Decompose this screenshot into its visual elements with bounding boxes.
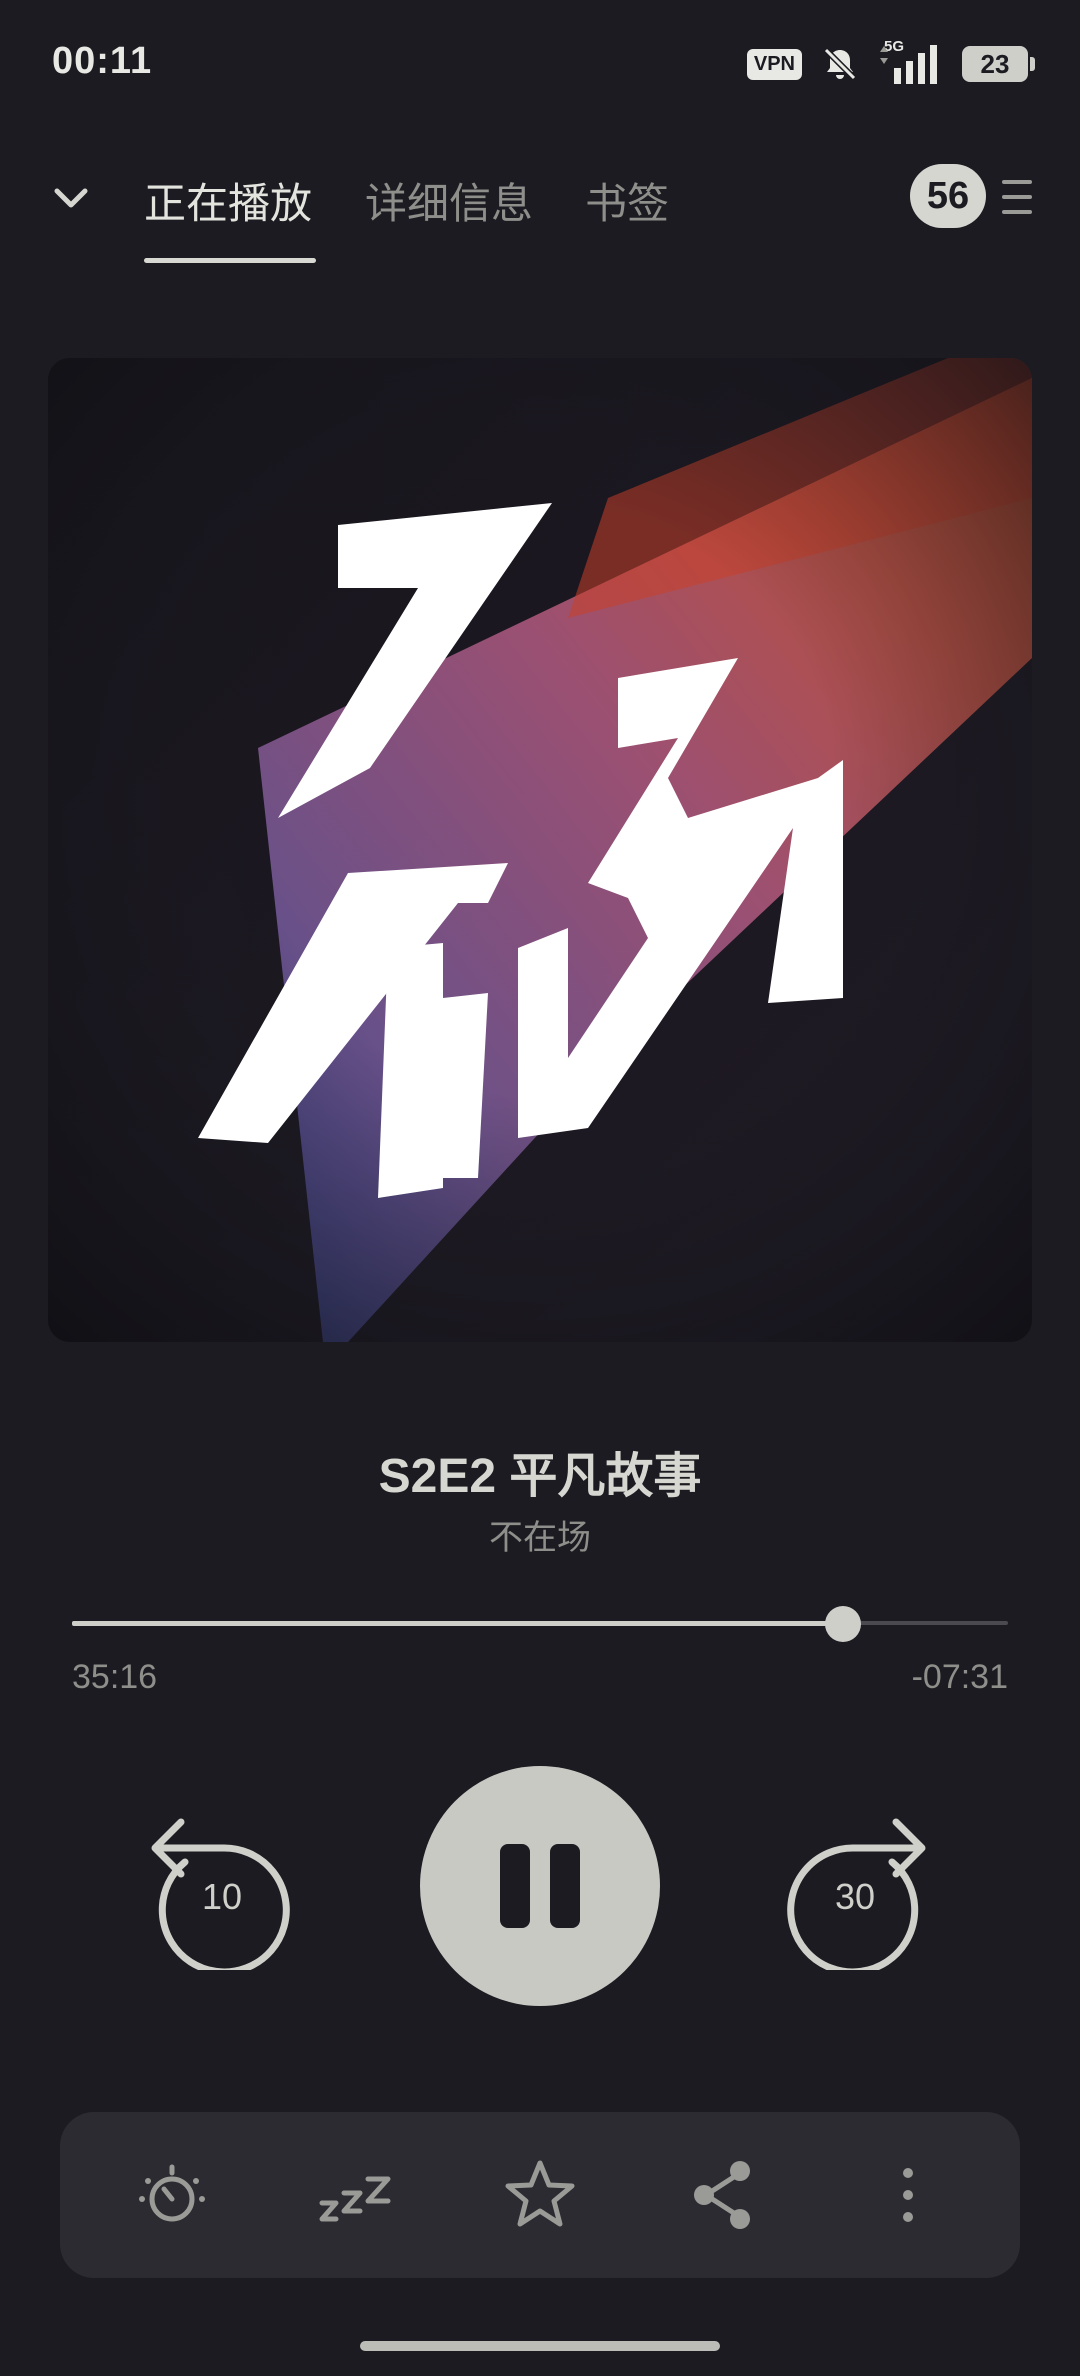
queue-count-badge: 56: [910, 164, 986, 228]
more-options-button[interactable]: [868, 2155, 948, 2235]
podcast-name[interactable]: 不在场: [0, 1510, 1080, 1559]
sleep-timer-button[interactable]: [132, 2155, 212, 2235]
top-nav: 正在播放 详细信息 书签 56: [0, 150, 1080, 270]
collapse-button[interactable]: [46, 172, 96, 222]
more-vertical-icon: [903, 2168, 913, 2222]
sleep-button[interactable]: [316, 2155, 396, 2235]
skip-back-seconds: 10: [201, 1876, 243, 1917]
progress-slider[interactable]: [72, 1606, 1008, 1642]
skip-back-button[interactable]: 10: [147, 1800, 297, 1976]
time-remaining: -07:31: [911, 1658, 1008, 1696]
sleep-timer-icon: [139, 2164, 205, 2222]
share-icon: [694, 2161, 750, 2229]
skip-forward-seconds: 30: [834, 1876, 876, 1917]
progress-thumb[interactable]: [825, 1606, 862, 1642]
status-bar: 00:11 VPN 5G 23: [0, 0, 1080, 130]
tab-now-playing[interactable]: 正在播放: [144, 170, 312, 231]
star-icon: [505, 2160, 575, 2227]
action-toolbar: [60, 2112, 1020, 2278]
vpn-badge: VPN: [746, 48, 802, 80]
pause-button[interactable]: [420, 1766, 660, 2006]
bell-muted-icon: [823, 47, 857, 81]
pause-icon-bar-right: [550, 1844, 580, 1928]
signal-icon: 5G: [878, 38, 944, 86]
skip-forward-button[interactable]: 30: [780, 1800, 930, 1976]
queue-button[interactable]: 56: [910, 164, 1034, 232]
time-elapsed: 35:16: [72, 1658, 158, 1696]
progress-fill: [72, 1621, 844, 1626]
queue-list-icon: [1002, 180, 1032, 214]
share-button[interactable]: [684, 2155, 764, 2235]
status-time: 00:11: [52, 40, 153, 82]
favorite-button[interactable]: [500, 2155, 580, 2235]
sleep-icon: [319, 2176, 391, 2222]
now-playing-screen: 00:11 VPN 5G 23 正在播放 详细信息 书签 56 S2E2 平凡故…: [0, 0, 1080, 2376]
episode-title: S2E2 平凡故事: [378, 1450, 702, 1503]
tab-bookmarks[interactable]: 书签: [585, 170, 669, 231]
status-icons: VPN 5G 23: [746, 38, 1035, 88]
chevron-down-icon: [54, 188, 88, 208]
battery-indicator: 23: [962, 46, 1035, 82]
home-indicator[interactable]: [360, 2341, 720, 2351]
tab-details[interactable]: 详细信息: [365, 170, 533, 231]
active-tab-indicator: [144, 258, 316, 263]
podcast-artwork: [48, 358, 1032, 1342]
pause-icon-bar-left: [500, 1844, 530, 1928]
